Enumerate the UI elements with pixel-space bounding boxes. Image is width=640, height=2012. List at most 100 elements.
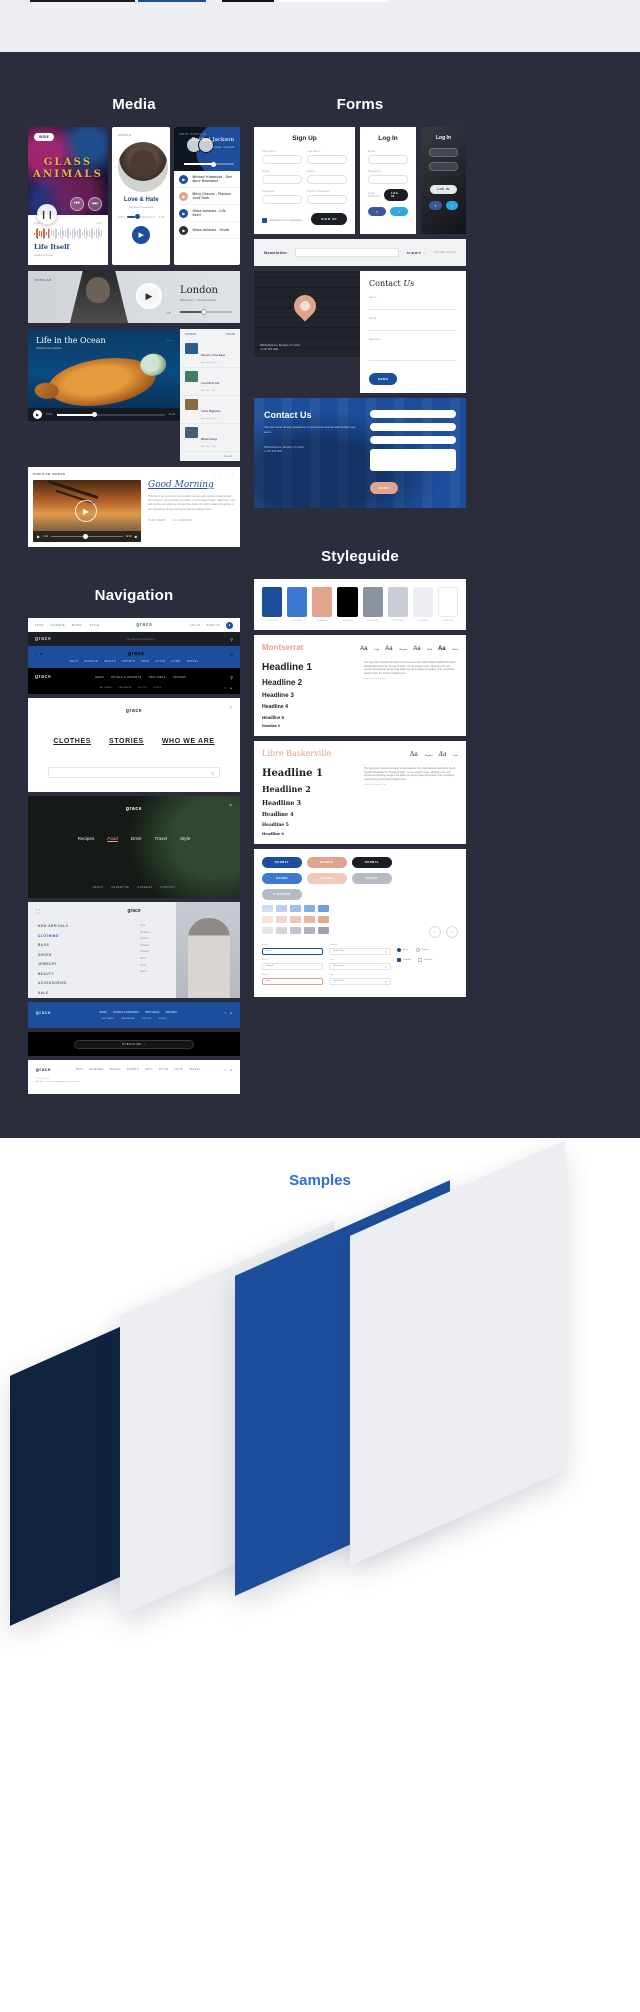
brand-logo[interactable]: grace [35,636,51,642]
brand-logo[interactable]: grace [35,674,51,680]
nav-link[interactable]: SIGN UP [207,624,220,627]
nav-sublink[interactable]: AIR TRAVEL [100,687,113,689]
facebook-button[interactable]: f [368,207,387,216]
nav-link[interactable]: FOOD [172,660,181,663]
menu-item[interactable]: STORIES [109,738,144,745]
menu-item[interactable]: CLOTHES [53,738,91,745]
nav-link[interactable]: TRAVEL [186,660,198,663]
sample-sheet-4[interactable] [350,1139,565,1566]
forgot-password-link[interactable]: Forgot Password? [368,192,384,198]
text-input[interactable]: Normal [262,963,324,970]
newsletter-submit[interactable]: SUBMIT → [407,251,426,255]
brand-logo[interactable]: grace [36,1067,51,1072]
menu-subitem[interactable]: Tops [140,924,176,927]
last-name-input[interactable] [307,155,348,164]
select-input[interactable]: Select one [329,978,391,985]
email-input[interactable] [368,155,409,164]
nav-link[interactable]: NEWS [95,676,104,679]
checkbox-icon[interactable] [417,958,422,962]
footer-link[interactable]: TRIP IDEAS [145,1011,159,1014]
twitter-icon[interactable]: w [230,1068,232,1072]
nav-black-links[interactable]: NEWS HOTELS & RESORTS TRIP IDEAS CRUISES [95,676,186,679]
menu-footer-link[interactable]: CAREERS [137,886,152,889]
footer-white-links[interactable]: TECH SCIENCE HEALTH SPORTS ARTS STYLE FOOD TRAV… [76,1068,201,1071]
footer-blue-sublinks[interactable]: AIR TRAVEL CAR RENTAL PHOTOS VIDEOS [28,1018,240,1020]
menu-dark-footer-links[interactable]: ABOUT ADVERTISE CAREERS CONTACT [28,886,240,889]
ui-button[interactable]: HOVER [352,873,392,884]
contact-map[interactable]: 668 Bedford Ave, Brooklyn, NY 11211 +1 3… [254,271,360,357]
menu-subitem[interactable]: Jackets [140,937,176,940]
signup-button[interactable]: SIGN UP [311,213,348,225]
nav-link[interactable]: MUSIC [72,624,82,627]
nav-link[interactable]: CRUISES [173,676,186,679]
footer-link[interactable]: TRAVEL [189,1068,201,1071]
menu-footer-link[interactable]: CONTACT [160,886,175,889]
email-input[interactable] [429,148,458,157]
email-input[interactable] [370,423,456,431]
ocean-controls[interactable]: ▶ 12:04 31:20 [28,408,180,421]
london-player-card[interactable]: POPULAR ▶ London Bangerton · Lifestyle M… [28,271,240,323]
arrow-left-icon[interactable]: ← [429,926,441,938]
name-input[interactable] [369,301,457,310]
prev-icon[interactable]: ⏮ [70,197,84,211]
footer-link[interactable]: HEALTH [109,1068,121,1071]
menu-item[interactable]: BEAUTY [38,972,140,976]
nav-sublink[interactable]: PHOTOS [138,687,147,689]
pause-icon[interactable]: ❙❙ [37,204,57,224]
nav-link[interactable]: SPORTS [122,660,135,663]
text-input[interactable]: Active [262,948,324,955]
nav-link[interactable]: LOG IN [189,624,200,627]
nav-link[interactable]: HEALTH [104,660,116,663]
password-input[interactable] [429,162,458,171]
ui-button[interactable]: NORMAL [262,857,302,868]
footer-link[interactable]: HOTELS & RESORTS [113,1011,139,1014]
message-input[interactable] [370,449,456,471]
album-player-card[interactable]: INDIE GLASS ANIMALS ❙❙ ⏮ ⏭ 1:14 4:17 Lif… [28,127,108,265]
search-input[interactable]: ⚲ [48,767,220,778]
ui-button[interactable]: HOVER [307,873,347,884]
ui-button[interactable]: DISABLED [262,889,302,900]
subscribe-button[interactable]: SUBSCRIBE → [74,1039,194,1049]
menu-item[interactable]: ACCESSORIES [38,981,140,985]
checkbox[interactable]: Enabled [396,958,411,962]
footer-sublink[interactable]: VIDEOS [158,1018,166,1020]
ocean-video-player[interactable]: Life in the Ocean National Geographic ⋯ … [28,329,180,421]
list-item[interactable]: ▶ Glass Animals - Life Itself [174,205,240,222]
list-item[interactable]: ▶ Glass Animals - Youth [174,222,240,239]
video-thumbnail[interactable]: ▶ ▶ 1:34 12:20 ■ [33,480,141,542]
confirm-password-input[interactable] [307,195,348,204]
nav-link[interactable]: HOTELS & RESORTS [111,676,141,679]
list-item[interactable]: ▶ Michael Kiwanuka - One More Heartache [174,171,240,188]
password-input[interactable] [368,175,409,184]
nav-blue-links[interactable]: TECH SCIENCE HEALTH SPORTS ARTS STYLE FOOD TRAV… [28,660,240,663]
twitter-button[interactable]: t [390,207,409,216]
fullscreen-icon[interactable]: ■ [135,534,137,539]
nav-link[interactable]: STYLE [89,624,99,627]
select-input[interactable]: Select one [329,963,391,970]
search-icon[interactable]: ⚲ [211,771,214,776]
brand-logo[interactable]: grace [136,622,152,628]
radio-button[interactable]: Active [396,948,409,952]
nav-white-right[interactable]: LOG IN SIGN UP ● [189,621,233,629]
footer-link[interactable]: ARTS [145,1068,153,1071]
play-icon[interactable]: ▶ [75,500,97,522]
menu-item[interactable]: Travel [155,836,168,841]
checkbox[interactable]: Disabled [417,958,432,962]
menu-item[interactable]: Style [180,836,190,841]
facebook-icon[interactable]: f [225,1068,226,1072]
nav-link[interactable]: TECH [69,660,78,663]
arrow-right-icon[interactable]: → [446,926,458,938]
footer-link[interactable]: TECH [76,1068,84,1071]
select-input[interactable]: Select one [329,948,391,955]
single-player-card[interactable]: SINGLE Love & Hate Michael Kiwanuka 0:54… [112,127,171,265]
password-input[interactable] [262,195,303,204]
phone-input[interactable] [307,175,348,184]
nav-link[interactable]: TECH [35,624,44,627]
nav-black-sublinks[interactable]: AIR TRAVEL CAR RENTAL PHOTOS VIDEOS [100,687,162,689]
list-item[interactable]: Coral Reef Life Nat Geo · 08:22 [180,368,240,396]
menu-item[interactable]: BAGS [38,943,140,947]
ui-button[interactable]: NORMAL [352,857,392,868]
list-item[interactable]: Secrets of the Deep Nat Geo · 12:10 [180,340,240,368]
menu-item[interactable]: NEW ARRIVALS [38,924,140,928]
send-button[interactable]: SEND [370,482,399,494]
